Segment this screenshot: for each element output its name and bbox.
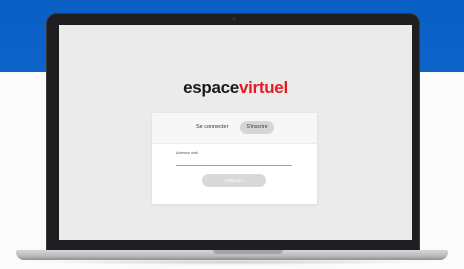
signup-button[interactable]: S'inscrire: [202, 174, 266, 187]
auth-tabs: Se connecter S'inscrire: [152, 113, 317, 144]
auth-card: Se connecter S'inscrire Adresse mail S'i…: [152, 113, 317, 204]
email-field[interactable]: [176, 157, 292, 166]
laptop-notch: [213, 250, 283, 254]
laptop-shadow: [30, 259, 434, 265]
logo-part-espace: espace: [183, 78, 239, 97]
logo-part-virtuel: virtuel: [238, 78, 288, 97]
email-label: Adresse mail: [176, 151, 198, 155]
camera-icon: [232, 17, 236, 21]
tab-login[interactable]: Se connecter: [196, 124, 228, 130]
site-logo: espacevirtuel: [59, 78, 412, 98]
tab-signup[interactable]: S'inscrire: [240, 121, 274, 134]
page: espacevirtuel Se connecter S'inscrire Ad…: [0, 0, 464, 269]
laptop-screen: espacevirtuel Se connecter S'inscrire Ad…: [59, 25, 412, 240]
